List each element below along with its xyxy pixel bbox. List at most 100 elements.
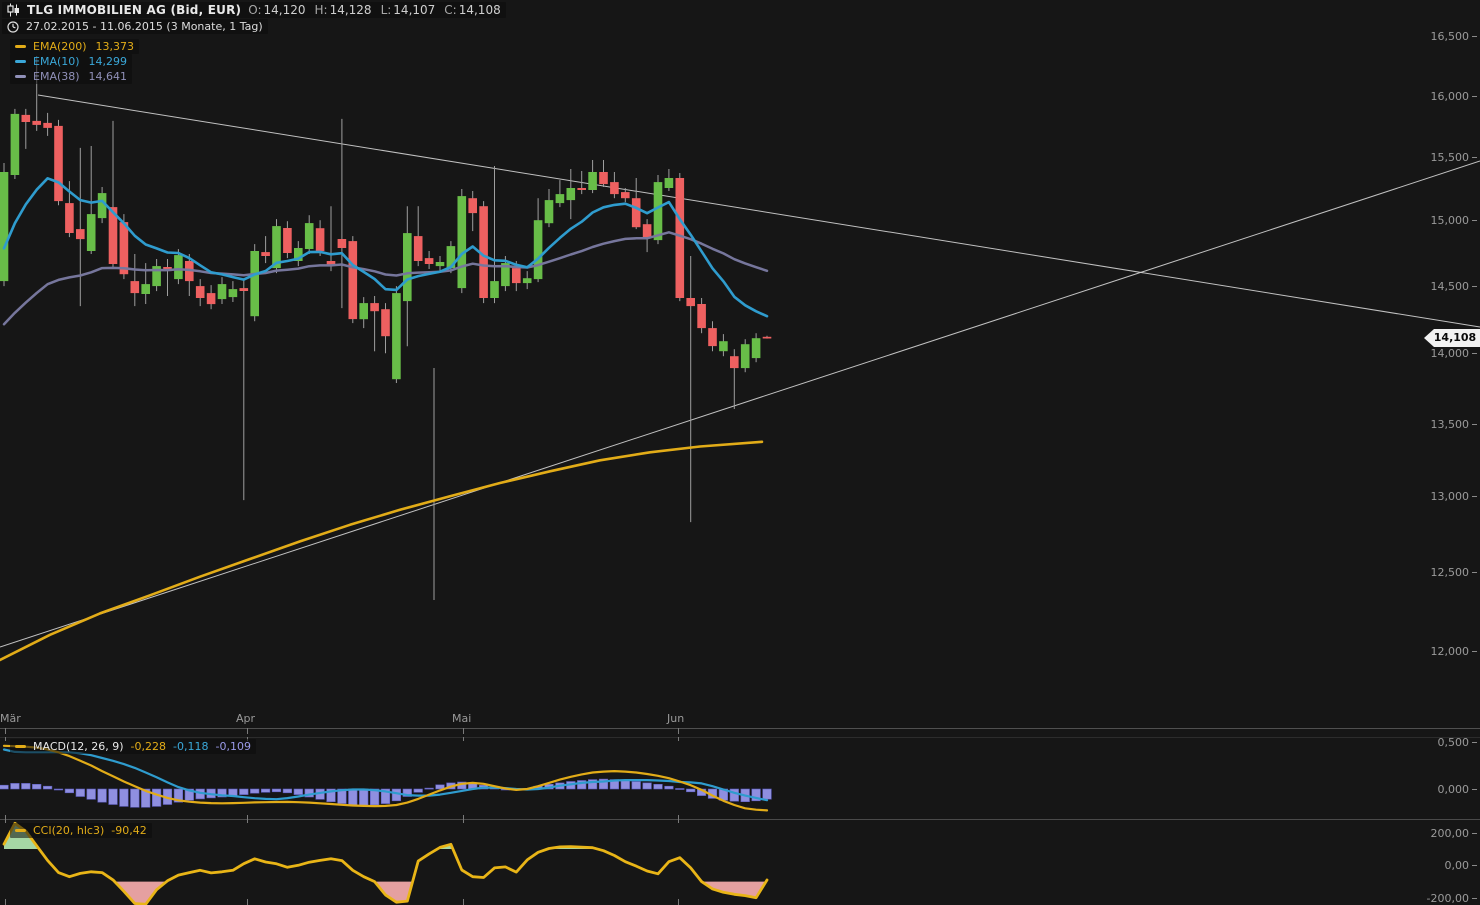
candle-down[interactable] <box>708 328 717 347</box>
macd-histogram-bar <box>64 788 74 794</box>
candle-down[interactable] <box>119 222 129 275</box>
candle-up[interactable] <box>522 278 532 284</box>
candle-up[interactable] <box>0 172 9 282</box>
candle-down[interactable] <box>130 281 140 294</box>
candle-up[interactable] <box>392 293 401 380</box>
legend-item-macd[interactable]: MACD(12, 26, 9) -0,228 -0,118 -0,109 <box>10 739 256 754</box>
macd-histogram-bar <box>631 781 641 790</box>
candle-down[interactable] <box>697 304 706 329</box>
chart-canvas[interactable] <box>0 0 1480 905</box>
candle-up[interactable] <box>566 188 576 201</box>
trading-chart-window: 16,500 16,000 15,500 15,000 14,500 14,000 13,5… <box>0 0 1480 905</box>
macd-histogram-bar <box>130 788 140 808</box>
macd-histogram-bar <box>250 788 260 794</box>
macd-histogram-bar <box>86 788 96 800</box>
candle-down[interactable] <box>65 203 74 233</box>
candle-up[interactable] <box>10 113 20 175</box>
candle-down[interactable] <box>762 336 772 339</box>
candle-up[interactable] <box>228 289 238 298</box>
cci-swatch <box>15 829 26 832</box>
candle-down[interactable] <box>621 192 630 199</box>
ema200-line <box>0 440 764 662</box>
candle-down[interactable] <box>195 286 205 298</box>
macd-histogram-bar <box>359 788 369 806</box>
candle-up[interactable] <box>359 303 368 320</box>
candlestick-icon <box>7 3 20 17</box>
macd-swatch <box>15 745 26 748</box>
macd-histogram-bar <box>119 788 129 807</box>
legend-item-ema200[interactable]: EMA(200) 13,373 <box>10 39 140 54</box>
candle-down[interactable] <box>424 258 434 264</box>
candle-up[interactable] <box>751 338 761 359</box>
macd-histogram-bar <box>21 783 31 790</box>
candle-up[interactable] <box>217 284 227 300</box>
macd-histogram-bar <box>675 788 685 790</box>
cci-oversold-fill <box>114 881 167 905</box>
candle-up[interactable] <box>435 262 445 267</box>
candle-up[interactable] <box>719 341 728 352</box>
low-value: 14,107 <box>393 3 436 17</box>
candle-down[interactable] <box>32 120 41 125</box>
candle-down[interactable] <box>599 172 608 185</box>
ema200-swatch <box>15 45 26 48</box>
candle-down[interactable] <box>381 309 390 337</box>
candle-down[interactable] <box>337 239 347 248</box>
candle-down[interactable] <box>76 229 85 240</box>
macd-histogram-bar <box>32 783 42 790</box>
candle-down[interactable] <box>21 114 31 122</box>
candle-up[interactable] <box>304 223 314 249</box>
candle-down[interactable] <box>348 241 358 320</box>
cci-value: -90,42 <box>111 824 147 837</box>
candle-down[interactable] <box>261 252 270 256</box>
legend-item-ema38[interactable]: EMA(38) 14,641 <box>10 69 133 84</box>
candle-up[interactable] <box>141 284 150 294</box>
candle-down[interactable] <box>315 228 325 252</box>
candle-down[interactable] <box>54 125 63 202</box>
candle-up[interactable] <box>174 255 183 280</box>
macd-signal-value: -0,118 <box>173 740 209 753</box>
candle-down[interactable] <box>468 198 477 214</box>
high-value: 14,128 <box>329 3 372 17</box>
date-range-display[interactable]: 27.02.2015 - 11.06.2015 (3 Monate, 1 Tag… <box>2 19 268 34</box>
trendline[interactable] <box>0 160 1480 648</box>
candle-up[interactable] <box>86 214 96 251</box>
macd-histogram-bar <box>10 783 20 790</box>
candle-up[interactable] <box>403 233 412 302</box>
candle-down[interactable] <box>730 356 739 369</box>
instrument-header[interactable]: TLG IMMOBILIEN AG (Bid, EUR) O: 14,120 H:… <box>2 2 506 18</box>
macd-histogram-bar <box>424 787 434 790</box>
candle-down[interactable] <box>206 293 216 305</box>
candle-down[interactable] <box>370 303 379 312</box>
candle-up[interactable] <box>490 281 499 298</box>
candle-down[interactable] <box>283 228 292 253</box>
candle-down[interactable] <box>675 178 685 298</box>
candle-down[interactable] <box>43 122 52 128</box>
legend-item-ema10[interactable]: EMA(10) 14,299 <box>10 54 133 69</box>
candle-up[interactable] <box>533 220 543 280</box>
macd-histogram-bar <box>75 788 85 797</box>
macd-histogram-bar <box>348 788 358 806</box>
macd-value: -0,228 <box>130 740 167 753</box>
candle-down[interactable] <box>577 188 586 190</box>
candle-up[interactable] <box>457 196 467 289</box>
candle-down[interactable] <box>413 236 423 261</box>
open-value: 14,120 <box>263 3 306 17</box>
ema10-swatch <box>15 60 26 63</box>
legend-item-cci[interactable]: CCI(20, hlc3) -90,42 <box>10 823 152 838</box>
candle-up[interactable] <box>653 182 663 241</box>
candle-down[interactable] <box>239 288 249 291</box>
candle-down[interactable] <box>610 182 619 195</box>
candle-up[interactable] <box>544 200 554 224</box>
candle-up[interactable] <box>740 344 750 369</box>
candle-down[interactable] <box>631 198 641 228</box>
candle-up[interactable] <box>664 178 674 188</box>
candle-down[interactable] <box>642 224 652 238</box>
candle-down[interactable] <box>686 298 695 307</box>
candle-down[interactable] <box>512 268 521 284</box>
macd-histogram-bar <box>271 788 282 793</box>
instrument-title: TLG IMMOBILIEN AG (Bid, EUR) <box>27 3 242 17</box>
candle-up[interactable] <box>250 251 259 317</box>
candle-up[interactable] <box>588 172 597 190</box>
ohlc-readout: O: 14,120 H: 14,128 L: 14,107 C: 14,108 <box>248 3 501 17</box>
candle-up[interactable] <box>555 194 565 204</box>
